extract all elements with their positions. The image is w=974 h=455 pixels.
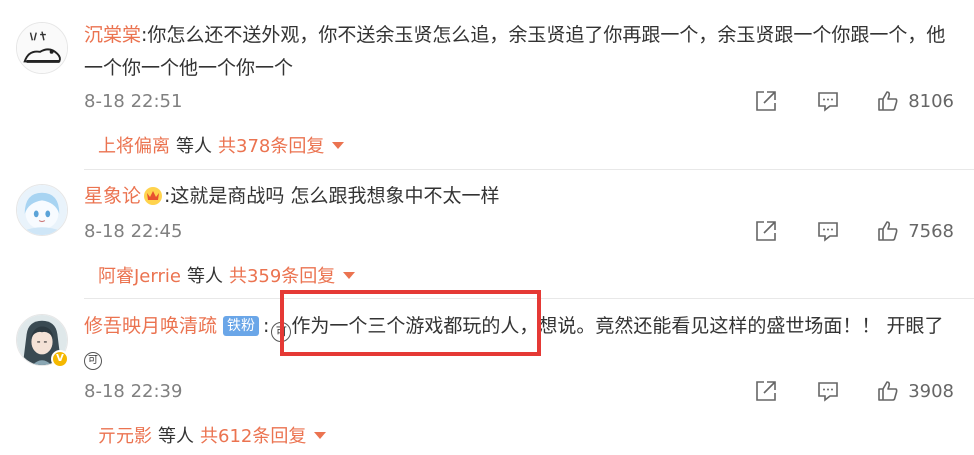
thumbs-up-icon <box>878 381 898 401</box>
avatar[interactable] <box>16 22 68 74</box>
verified-badge-icon: V <box>51 350 69 368</box>
reply-mid-text: 等人 <box>158 426 194 447</box>
timestamp: 8-18 22:51 <box>84 91 183 112</box>
share-button[interactable] <box>754 219 778 243</box>
reply-button[interactable] <box>816 379 840 403</box>
chevron-down-icon[interactable] <box>343 271 356 279</box>
like-button[interactable]: 7568 <box>876 219 954 243</box>
share-button[interactable] <box>754 379 778 403</box>
comment-body: 沉棠棠:你怎么还不送外观，你不送余玉贤怎么追，余玉贤追了你再跟一个，余玉贤跟一个… <box>84 19 956 85</box>
comment-icon <box>818 222 838 242</box>
comment-actions: 8106 <box>754 86 954 116</box>
reply-mid-text: 等人 <box>186 266 223 287</box>
like-count: 8106 <box>908 90 954 112</box>
chevron-down-icon[interactable] <box>332 141 345 149</box>
comment-text: :你怎么还不送外观，你不送余玉贤怎么追，余玉贤追了你再跟一个，余玉贤跟一个你跟一… <box>84 24 946 79</box>
comment-icon <box>818 92 838 112</box>
share-icon <box>756 381 776 401</box>
reply-username[interactable]: 上将偏离 <box>98 132 170 158</box>
reply-button[interactable] <box>816 89 840 113</box>
comment-actions: 3908 <box>754 376 954 406</box>
username[interactable]: 沉棠棠 <box>84 24 141 46</box>
comment-actions: 7568 <box>754 216 954 246</box>
like-count: 3908 <box>908 380 954 402</box>
emoji-icon: 可 <box>84 352 102 370</box>
username[interactable]: 星象论 <box>84 185 141 207</box>
sketch-cat-avatar-icon <box>17 23 67 73</box>
reply-button[interactable] <box>816 219 840 243</box>
timestamp: 8-18 22:45 <box>84 221 183 242</box>
reply-username[interactable]: 亓元影 <box>98 422 152 448</box>
username[interactable]: 修吾映月唤清疏 <box>84 315 217 337</box>
reply-summary[interactable]: 上将偏离 等人 共378条回复 <box>98 132 345 158</box>
chevron-down-icon[interactable] <box>314 431 327 439</box>
share-icon <box>756 91 776 111</box>
timestamp: 8-18 22:39 <box>84 381 183 402</box>
share-button[interactable] <box>754 89 778 113</box>
like-button[interactable]: 3908 <box>876 379 954 403</box>
like-button[interactable]: 8106 <box>876 89 954 113</box>
reply-summary[interactable]: 阿睿Jerrie 等人 共359条回复 <box>98 262 356 288</box>
anime-girl-avatar-icon <box>17 185 67 235</box>
divider <box>84 169 974 170</box>
like-count: 7568 <box>908 220 954 242</box>
crown-icon <box>144 187 163 205</box>
colon-text: : <box>263 315 270 337</box>
highlight-box <box>280 290 541 356</box>
reply-summary[interactable]: 亓元影 等人 共612条回复 <box>98 422 327 448</box>
thumbs-up-icon <box>878 221 898 241</box>
avatar[interactable] <box>16 184 68 236</box>
thumbs-up-icon <box>878 91 898 111</box>
comment-body: 星象论 :这就是商战吗 怎么跟我想象中不太一样 <box>84 180 956 213</box>
share-icon <box>756 221 776 241</box>
reply-mid-text: 等人 <box>176 136 212 157</box>
reply-count-link[interactable]: 共359条回复 <box>229 262 335 288</box>
reply-count-link[interactable]: 共378条回复 <box>218 132 324 158</box>
comment-icon <box>818 382 838 402</box>
reply-username[interactable]: 阿睿Jerrie <box>98 262 181 288</box>
fan-badge[interactable]: 铁粉 <box>223 316 260 336</box>
reply-count-link[interactable]: 共612条回复 <box>200 422 306 448</box>
comment-text: :这就是商战吗 怎么跟我想象中不太一样 <box>164 185 500 207</box>
